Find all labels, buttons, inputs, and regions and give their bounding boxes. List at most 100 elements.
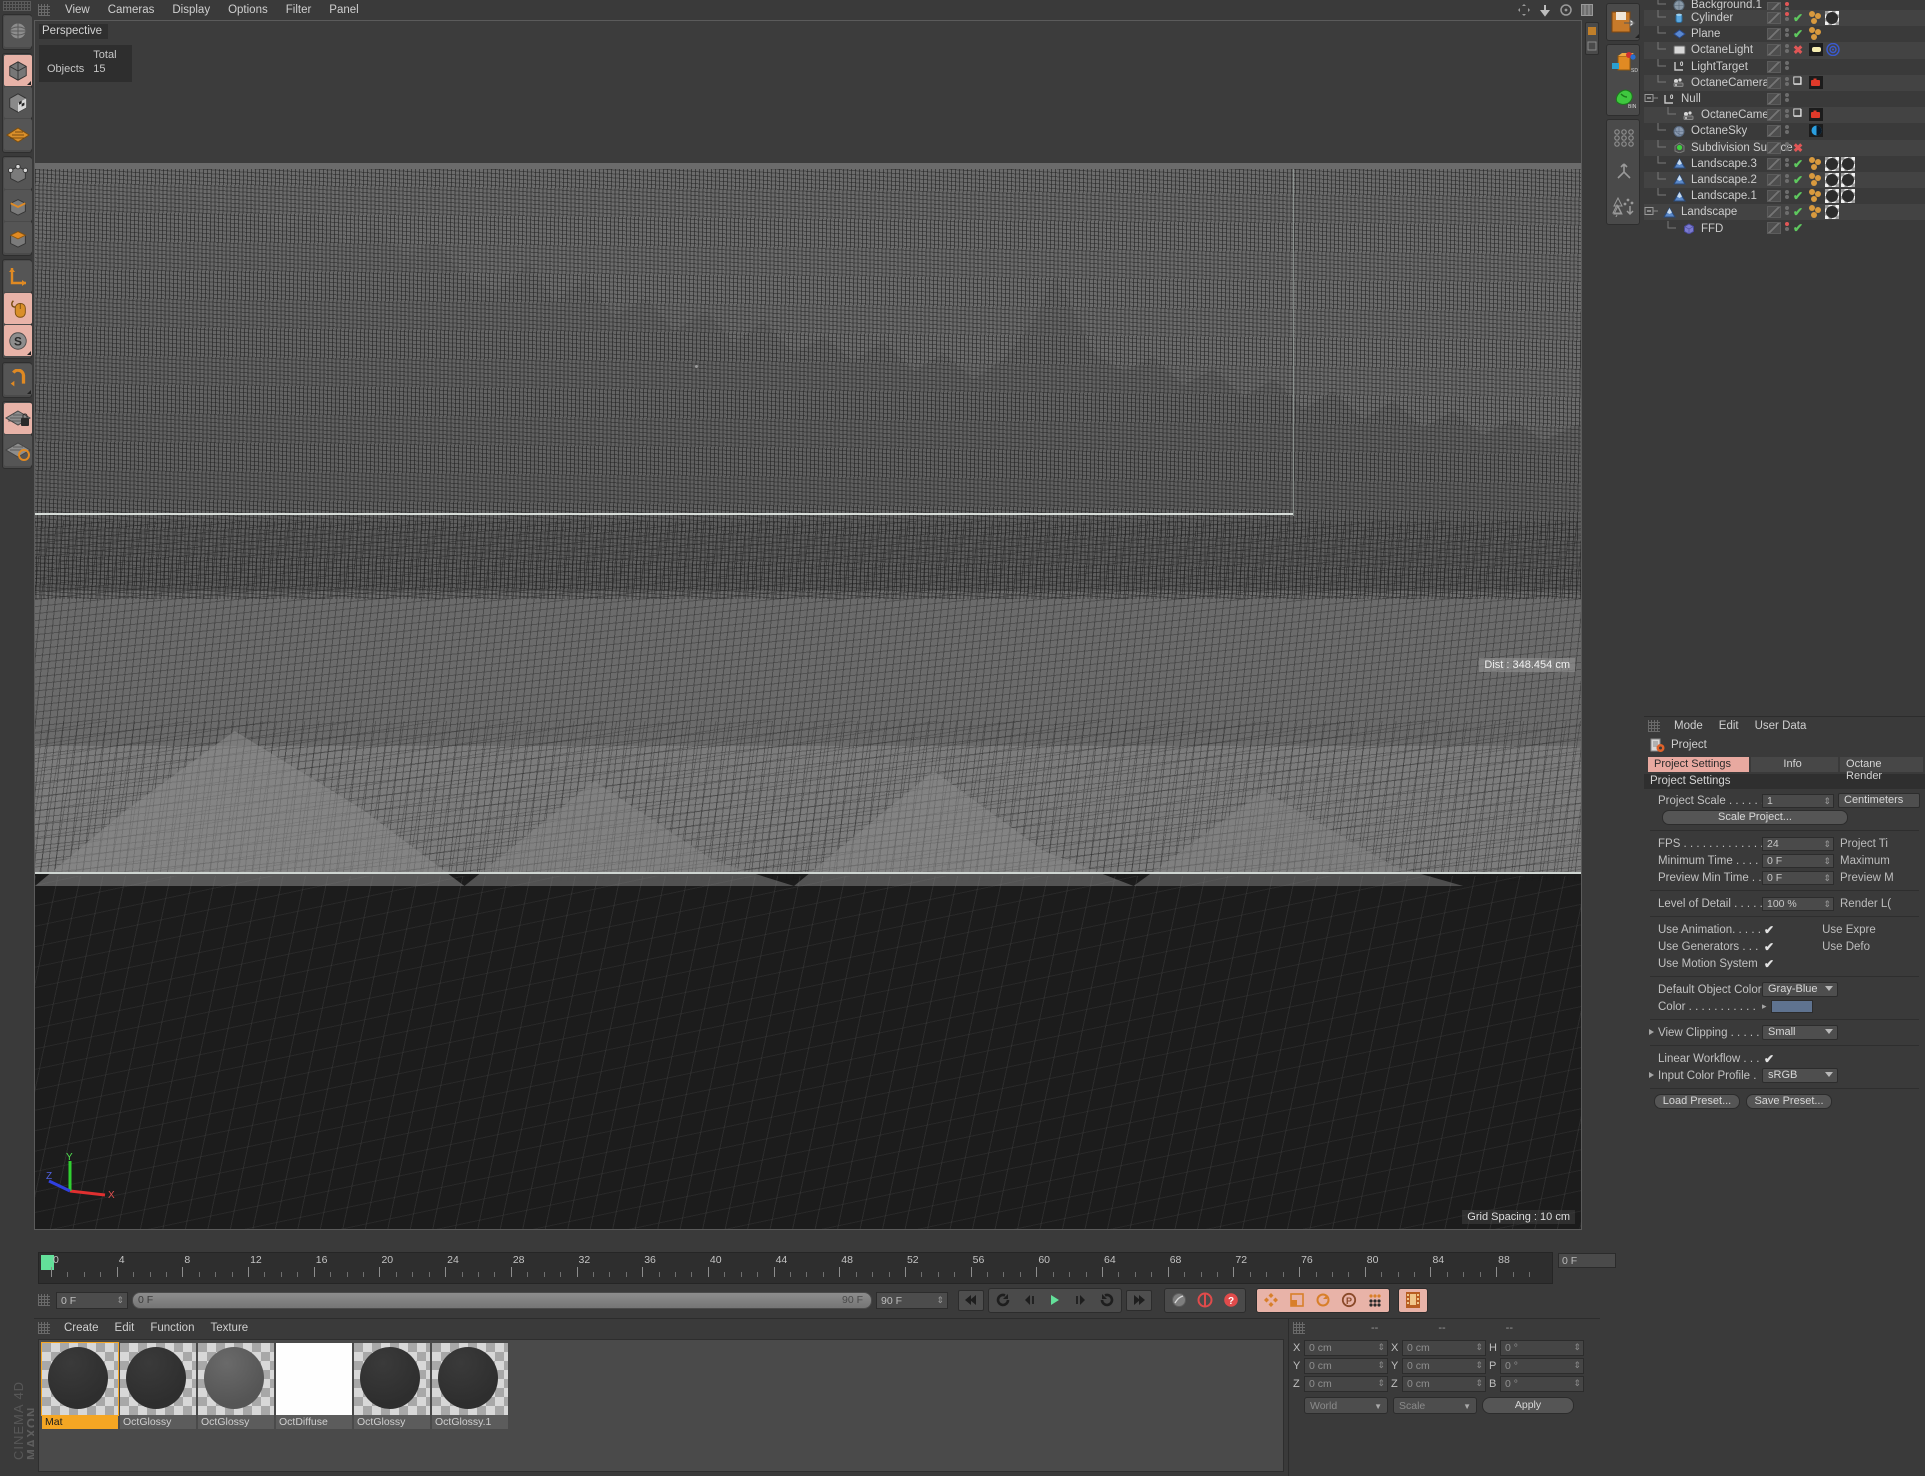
tag-material-icon[interactable] (1841, 172, 1855, 187)
material-name[interactable]: OctGlossy (120, 1415, 196, 1429)
object-row[interactable]: OctaneSky (1644, 123, 1925, 139)
model-mode-button[interactable] (4, 55, 32, 86)
workplane-lock-button[interactable] (4, 403, 32, 434)
keyframe-help-button[interactable]: ? (1218, 1290, 1244, 1311)
attr-menu-edit[interactable]: Edit (1711, 719, 1747, 733)
tab-info[interactable]: Info (1751, 757, 1839, 772)
material-name[interactable]: OctGlossy (198, 1415, 274, 1429)
material-menu-create[interactable]: Create (56, 1321, 107, 1335)
selection-tool-button[interactable] (4, 16, 32, 47)
object-row[interactable]: 0 Null (1644, 91, 1925, 107)
material-name[interactable]: OctGlossy (354, 1415, 430, 1429)
layer-color-swatch[interactable] (1767, 76, 1781, 89)
layer-color-swatch[interactable] (1767, 190, 1781, 203)
rotate-icon[interactable] (1558, 2, 1573, 17)
save-preset-button[interactable]: Save Preset... (1746, 1094, 1832, 1109)
layer-color-swatch[interactable] (1767, 173, 1781, 186)
material-menu-edit[interactable]: Edit (107, 1321, 143, 1335)
visibility-dots[interactable] (1785, 141, 1790, 152)
point-level-key-button[interactable] (1362, 1290, 1388, 1311)
coord-system-dropdown[interactable]: World ▼ (1304, 1397, 1388, 1414)
object-name[interactable]: OctaneSky (1691, 125, 1747, 137)
object-row[interactable]: OctaneCamera.1 ❏ (1644, 74, 1925, 91)
object-name[interactable]: FFD (1701, 223, 1723, 235)
material-preview[interactable] (198, 1343, 274, 1415)
project-scale-unit-dropdown[interactable]: Centimeters (1838, 793, 1921, 808)
layer-color-swatch[interactable] (1767, 92, 1781, 105)
scale-key-button[interactable] (1284, 1290, 1310, 1311)
pos-x-field[interactable]: 0 cm ⇕ (1304, 1340, 1388, 1356)
polygons-mode-button[interactable] (4, 222, 32, 253)
menu-panel[interactable]: Panel (320, 2, 367, 18)
array-icon[interactable] (1608, 121, 1640, 155)
material-item[interactable]: OctGlossy (354, 1343, 430, 1429)
fps-field[interactable]: 24 ⇕ (1762, 836, 1834, 851)
material-list-area[interactable]: Mat OctGlossy OctGlossy OctDiffuse OctGlossy… (38, 1339, 1284, 1472)
tag-material-icon[interactable] (1825, 172, 1839, 187)
load-preset-button[interactable]: Load Preset... (1654, 1094, 1740, 1109)
object-row[interactable]: Landscape ✔ (1644, 204, 1925, 221)
object-name[interactable]: LightTarget (1691, 61, 1748, 73)
input-color-expand-icon[interactable] (1649, 1072, 1654, 1078)
visibility-dots[interactable] (1785, 157, 1790, 168)
tag-material-icon[interactable] (1825, 156, 1839, 171)
scale-project-button[interactable]: Scale Project... (1662, 810, 1848, 825)
tag-material-icon[interactable] (1841, 156, 1855, 171)
octane-bin-icon[interactable]: BIN (1608, 80, 1640, 114)
menu-view[interactable]: View (56, 2, 99, 18)
menu-cameras[interactable]: Cameras (99, 2, 164, 18)
rot-b-field[interactable]: 0 ° ⇕ (1500, 1376, 1584, 1392)
tag-bubbles-icon[interactable] (1809, 156, 1823, 171)
level-of-detail-field[interactable]: 100 % ⇕ (1762, 896, 1834, 911)
object-row[interactable]: Landscape.2 ✔ (1644, 171, 1925, 189)
parameter-key-button[interactable]: P (1336, 1290, 1362, 1311)
tag-camera-icon[interactable] (1809, 75, 1823, 89)
octane-sd-icon[interactable]: SD (1608, 46, 1640, 80)
play-forward-button[interactable] (1042, 1290, 1068, 1311)
object-name[interactable]: Null (1681, 93, 1701, 105)
menu-filter[interactable]: Filter (277, 2, 321, 18)
tag-material-icon[interactable] (1825, 205, 1839, 220)
timeline-filmstrip-button[interactable] (1400, 1290, 1426, 1311)
layer-color-swatch[interactable] (1767, 28, 1781, 41)
material-name[interactable]: OctDiffuse (276, 1415, 352, 1429)
layer-color-swatch[interactable] (1767, 157, 1781, 170)
enable-check-icon[interactable]: ✔ (1793, 221, 1803, 235)
material-menu-function[interactable]: Function (142, 1321, 202, 1335)
attr-menu-mode[interactable]: Mode (1666, 719, 1711, 733)
object-name[interactable]: Landscape.2 (1691, 174, 1757, 186)
object-name[interactable]: Cylinder (1691, 12, 1733, 24)
visibility-dots[interactable] (1785, 125, 1790, 135)
object-name[interactable]: OctaneLight (1691, 44, 1753, 56)
color-swatch[interactable] (1770, 1000, 1813, 1013)
tag-bubbles-icon[interactable] (1809, 205, 1823, 219)
linear-workflow-checkbox[interactable]: ✔ (1764, 1052, 1774, 1066)
rot-h-field[interactable]: 0 ° ⇕ (1500, 1340, 1584, 1356)
tag-target-icon[interactable] (1826, 43, 1840, 57)
enable-check-icon[interactable]: ✔ (1793, 173, 1803, 187)
object-name[interactable]: Landscape.1 (1691, 190, 1757, 202)
object-name[interactable]: Landscape (1681, 206, 1737, 218)
visibility-dots[interactable] (1785, 12, 1790, 22)
tag-material-icon[interactable] (1825, 189, 1839, 204)
material-item[interactable]: OctGlossy (120, 1343, 196, 1429)
view-clipping-expand-icon[interactable] (1649, 1029, 1654, 1035)
visibility-dots[interactable] (1785, 190, 1790, 200)
layer-color-swatch[interactable] (1767, 12, 1781, 24)
visibility-dots[interactable] (1785, 173, 1790, 184)
camera-target-icon[interactable]: ❏ (1793, 108, 1802, 119)
menu-display[interactable]: Display (163, 2, 219, 18)
object-name[interactable]: Landscape.3 (1691, 158, 1757, 170)
preview-min-time-field[interactable]: 0 F ⇕ (1762, 870, 1834, 885)
object-row[interactable]: Background.1 (1644, 0, 1925, 14)
size-y-field[interactable]: 0 cm ⇕ (1402, 1358, 1486, 1374)
pos-z-field[interactable]: 0 cm ⇕ (1304, 1376, 1388, 1392)
tag-bubbles-icon[interactable] (1809, 189, 1823, 203)
coord-mode-dropdown[interactable]: Scale ▼ (1393, 1397, 1477, 1414)
material-menu-grip[interactable] (38, 1322, 50, 1334)
save-project-icon[interactable] (1608, 5, 1640, 39)
texture-mode-button[interactable] (4, 87, 32, 118)
use-animation-checkbox[interactable]: ✔ (1764, 923, 1774, 937)
tab-project-settings[interactable]: Project Settings (1648, 757, 1750, 772)
tab-octane-render[interactable]: Octane Render (1840, 757, 1924, 782)
